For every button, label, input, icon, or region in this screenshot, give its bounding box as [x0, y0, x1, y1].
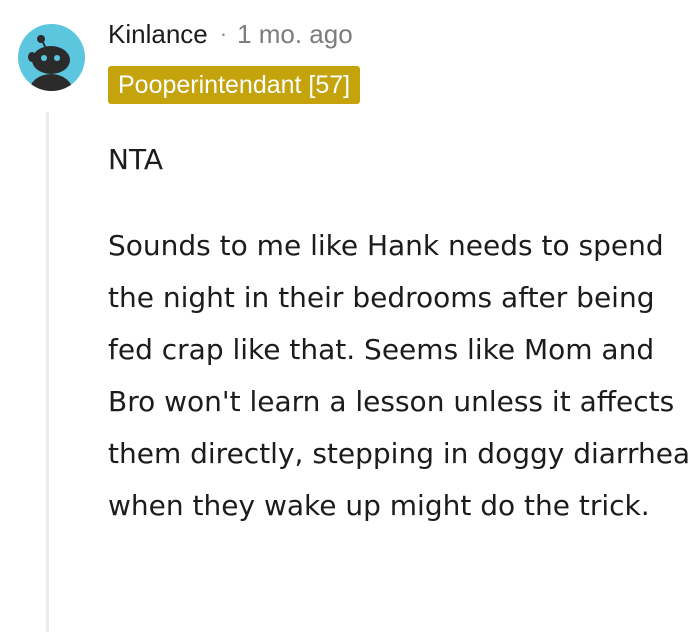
comment-paragraph: Sounds to me like Hank needs to spend th… — [108, 229, 691, 522]
snoo-avatar-icon — [28, 35, 73, 91]
thread-line[interactable] — [46, 112, 49, 632]
username-link[interactable]: Kinlance — [108, 19, 208, 50]
timestamp-link[interactable]: 1 mo. ago — [237, 19, 353, 50]
user-flair-badge: Pooperintendant [57] — [108, 66, 361, 104]
comment-body: NTA Sounds to me like Hank needs to spen… — [108, 134, 698, 532]
comment-meta: Kinlance · 1 mo. ago — [108, 16, 353, 52]
meta-separator: · — [219, 21, 228, 46]
comment-paragraph: NTA — [108, 143, 164, 176]
user-avatar[interactable] — [18, 24, 85, 91]
